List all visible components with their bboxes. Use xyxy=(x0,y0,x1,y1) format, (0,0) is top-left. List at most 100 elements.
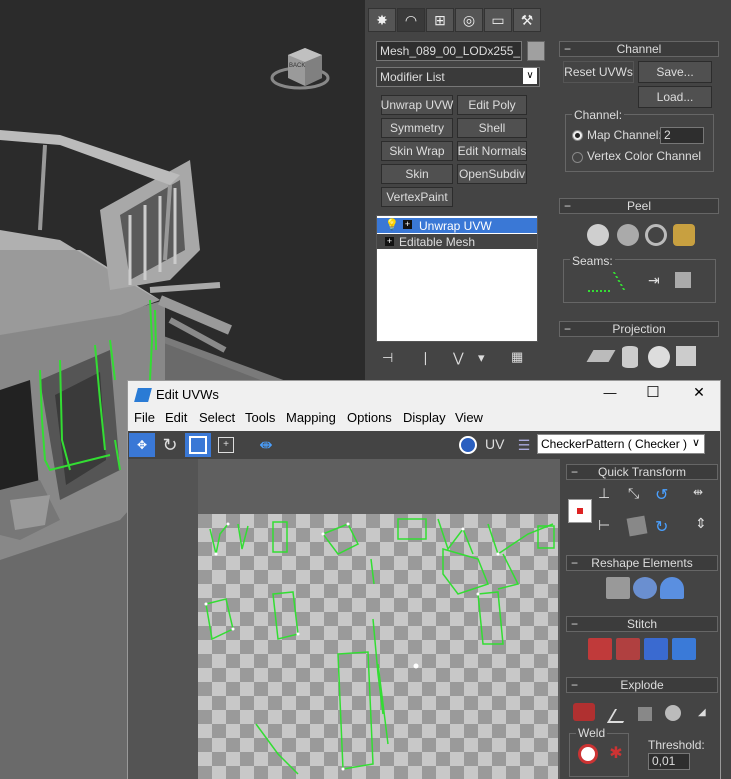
stitch-to-source-icon[interactable] xyxy=(644,638,668,660)
modifier-stack[interactable]: 💡 + Unwrap UVW + Editable Mesh xyxy=(376,215,538,342)
convert-edge-seams-icon[interactable]: ⇥ xyxy=(648,272,660,289)
object-color-swatch[interactable] xyxy=(527,41,545,61)
quick-peel-icon[interactable] xyxy=(587,224,609,246)
point-to-point-seams-icon[interactable] xyxy=(588,274,610,292)
menu-tools[interactable]: Tools xyxy=(245,410,275,425)
relax-icon[interactable] xyxy=(633,577,657,599)
configure-modifier-sets-icon[interactable]: ▦ xyxy=(511,349,523,365)
peel-mode-icon[interactable] xyxy=(617,224,639,246)
rotate-tool-icon[interactable]: ↻ xyxy=(157,433,183,457)
modifier-button-skin[interactable]: Skin xyxy=(381,164,453,184)
modifier-button-edit-poly[interactable]: Edit Poly xyxy=(457,95,527,115)
display-icon[interactable]: ▭ xyxy=(484,8,512,32)
create-icon[interactable]: ✸ xyxy=(368,8,396,32)
modifier-button-symmetry[interactable]: Symmetry xyxy=(381,118,453,138)
map-channel-radio[interactable] xyxy=(572,130,583,141)
expand-plus-icon[interactable]: + xyxy=(403,220,412,229)
pin-stack-icon[interactable]: ⊣ xyxy=(382,350,393,366)
motion-icon[interactable]: ◎ xyxy=(455,8,483,32)
checker-toggle-icon[interactable] xyxy=(455,433,481,457)
straighten-icon[interactable] xyxy=(626,515,648,537)
move-tool-icon[interactable]: ✥ xyxy=(129,433,155,457)
modifier-button-opensubdiv[interactable]: OpenSubdiv xyxy=(457,164,527,184)
menu-view[interactable]: View xyxy=(455,410,483,425)
save-button[interactable]: Save... xyxy=(638,61,712,83)
make-unique-icon[interactable]: ⋁ xyxy=(453,350,464,366)
object-name-field[interactable]: Mesh_089_00_LODx255_Mat xyxy=(376,41,522,61)
reshape-elements-header[interactable]: − Reshape Elements xyxy=(566,555,718,571)
channel-group-label: Channel: xyxy=(572,108,625,122)
stitch-custom-icon[interactable] xyxy=(672,638,696,660)
edit-uvws-window[interactable]: Edit UVWs — ☐ ✕ File Edit Select Tools M… xyxy=(127,380,721,779)
pelt-map-icon[interactable] xyxy=(673,224,695,246)
peel-rollout-header[interactable]: − Peel xyxy=(559,198,719,214)
explode-header[interactable]: − Explode xyxy=(566,677,718,693)
menu-edit[interactable]: Edit xyxy=(165,410,187,425)
stack-item-unwrap-uvw[interactable]: 💡 + Unwrap UVW xyxy=(377,218,537,233)
remove-modifier-icon[interactable]: ▾ xyxy=(478,350,485,366)
rotate-minus-90-icon[interactable]: ↺ xyxy=(655,485,668,505)
modify-icon[interactable]: ◠ xyxy=(397,8,425,32)
close-button[interactable]: ✕ xyxy=(689,384,709,401)
modifier-button-shell[interactable]: Shell xyxy=(457,118,527,138)
space-horizontal-icon[interactable]: ⇹ xyxy=(693,485,703,499)
break-icon[interactable] xyxy=(573,703,595,721)
stack-item-editable-mesh[interactable]: + Editable Mesh xyxy=(377,234,537,249)
stitch-to-average-icon[interactable] xyxy=(616,638,640,660)
modifier-button-skin-wrap[interactable]: Skin Wrap xyxy=(381,141,453,161)
space-vertical-icon[interactable]: ⇕ xyxy=(695,515,707,532)
menu-select[interactable]: Select xyxy=(199,410,235,425)
lightbulb-icon[interactable]: 💡 xyxy=(385,218,399,231)
pivot-point-icon[interactable] xyxy=(568,499,592,523)
modifier-list-label: Modifier List xyxy=(380,70,445,84)
menu-mapping[interactable]: Mapping xyxy=(286,410,336,425)
modifier-button-unwrap-uvw[interactable]: Unwrap UVW xyxy=(381,95,453,115)
uv-label[interactable]: UV xyxy=(485,436,504,452)
spherical-map-icon[interactable] xyxy=(648,346,670,368)
menu-file[interactable]: File xyxy=(134,410,155,425)
minimize-button[interactable]: — xyxy=(600,385,620,400)
stitch-to-target-icon[interactable] xyxy=(588,638,612,660)
load-button[interactable]: Load... xyxy=(638,86,712,108)
modifier-button-vertexpaint[interactable]: VertexPaint xyxy=(381,187,453,207)
menu-display[interactable]: Display xyxy=(403,410,446,425)
channel-rollout-header[interactable]: − Channel xyxy=(559,41,719,57)
box-map-icon[interactable] xyxy=(676,346,696,366)
align-horizontal-icon[interactable]: ⊥ xyxy=(598,485,610,502)
menu-options[interactable]: Options xyxy=(347,410,392,425)
hierarchy-icon[interactable]: ⊞ xyxy=(426,8,454,32)
show-end-result-icon[interactable]: ❘ xyxy=(420,350,431,366)
modifier-button-edit-normals[interactable]: Edit Normals xyxy=(457,141,527,161)
explode-to-islands-icon[interactable] xyxy=(665,705,681,721)
scale-tool-icon[interactable] xyxy=(185,433,211,457)
uv-editor-canvas[interactable] xyxy=(128,459,560,779)
stitch-header[interactable]: − Stitch xyxy=(566,616,718,632)
freeform-tool-icon[interactable]: + xyxy=(213,433,239,457)
align-to-edge-icon[interactable]: ⤡ xyxy=(628,485,639,502)
reset-peel-icon[interactable] xyxy=(645,224,667,246)
quick-transform-header[interactable]: − Quick Transform xyxy=(566,464,718,480)
checker-pattern-select[interactable]: CheckerPattern ( Checker ) ∨ xyxy=(537,434,705,454)
target-weld-icon[interactable] xyxy=(578,744,598,764)
weld-selected-icon[interactable]: ✱ xyxy=(606,744,626,764)
expand-plus-icon[interactable]: + xyxy=(385,237,394,246)
relax-by-polygon-icon[interactable] xyxy=(660,577,684,599)
straighten-selection-icon[interactable] xyxy=(606,577,630,599)
uv-list-icon[interactable]: ☰ xyxy=(511,433,537,457)
flatten-icon[interactable] xyxy=(638,707,652,721)
threshold-spinner[interactable]: 0,01 xyxy=(648,753,690,770)
mirror-tool-icon[interactable]: ⇼ xyxy=(253,433,279,457)
vertex-color-radio[interactable] xyxy=(572,152,583,163)
maximize-button[interactable]: ☐ xyxy=(643,383,663,401)
projection-rollout-header[interactable]: − Projection xyxy=(559,321,719,337)
explode-options-icon[interactable]: ◢ xyxy=(698,707,706,718)
map-channel-spinner[interactable]: 2 xyxy=(660,127,704,144)
view-cube-label[interactable]: BACK xyxy=(289,63,305,69)
rotate-plus-90-icon[interactable]: ↻ xyxy=(655,517,668,537)
modifier-list-dropdown[interactable]: Modifier List ∨ xyxy=(376,67,540,87)
align-vertical-icon[interactable]: ⊢ xyxy=(598,517,610,534)
seam-from-edge-selection-icon[interactable] xyxy=(675,272,691,288)
reset-uvws-button[interactable]: Reset UVWs xyxy=(563,61,634,83)
cylindrical-map-icon[interactable] xyxy=(622,346,638,368)
utilities-icon[interactable]: ⚒ xyxy=(513,8,541,32)
